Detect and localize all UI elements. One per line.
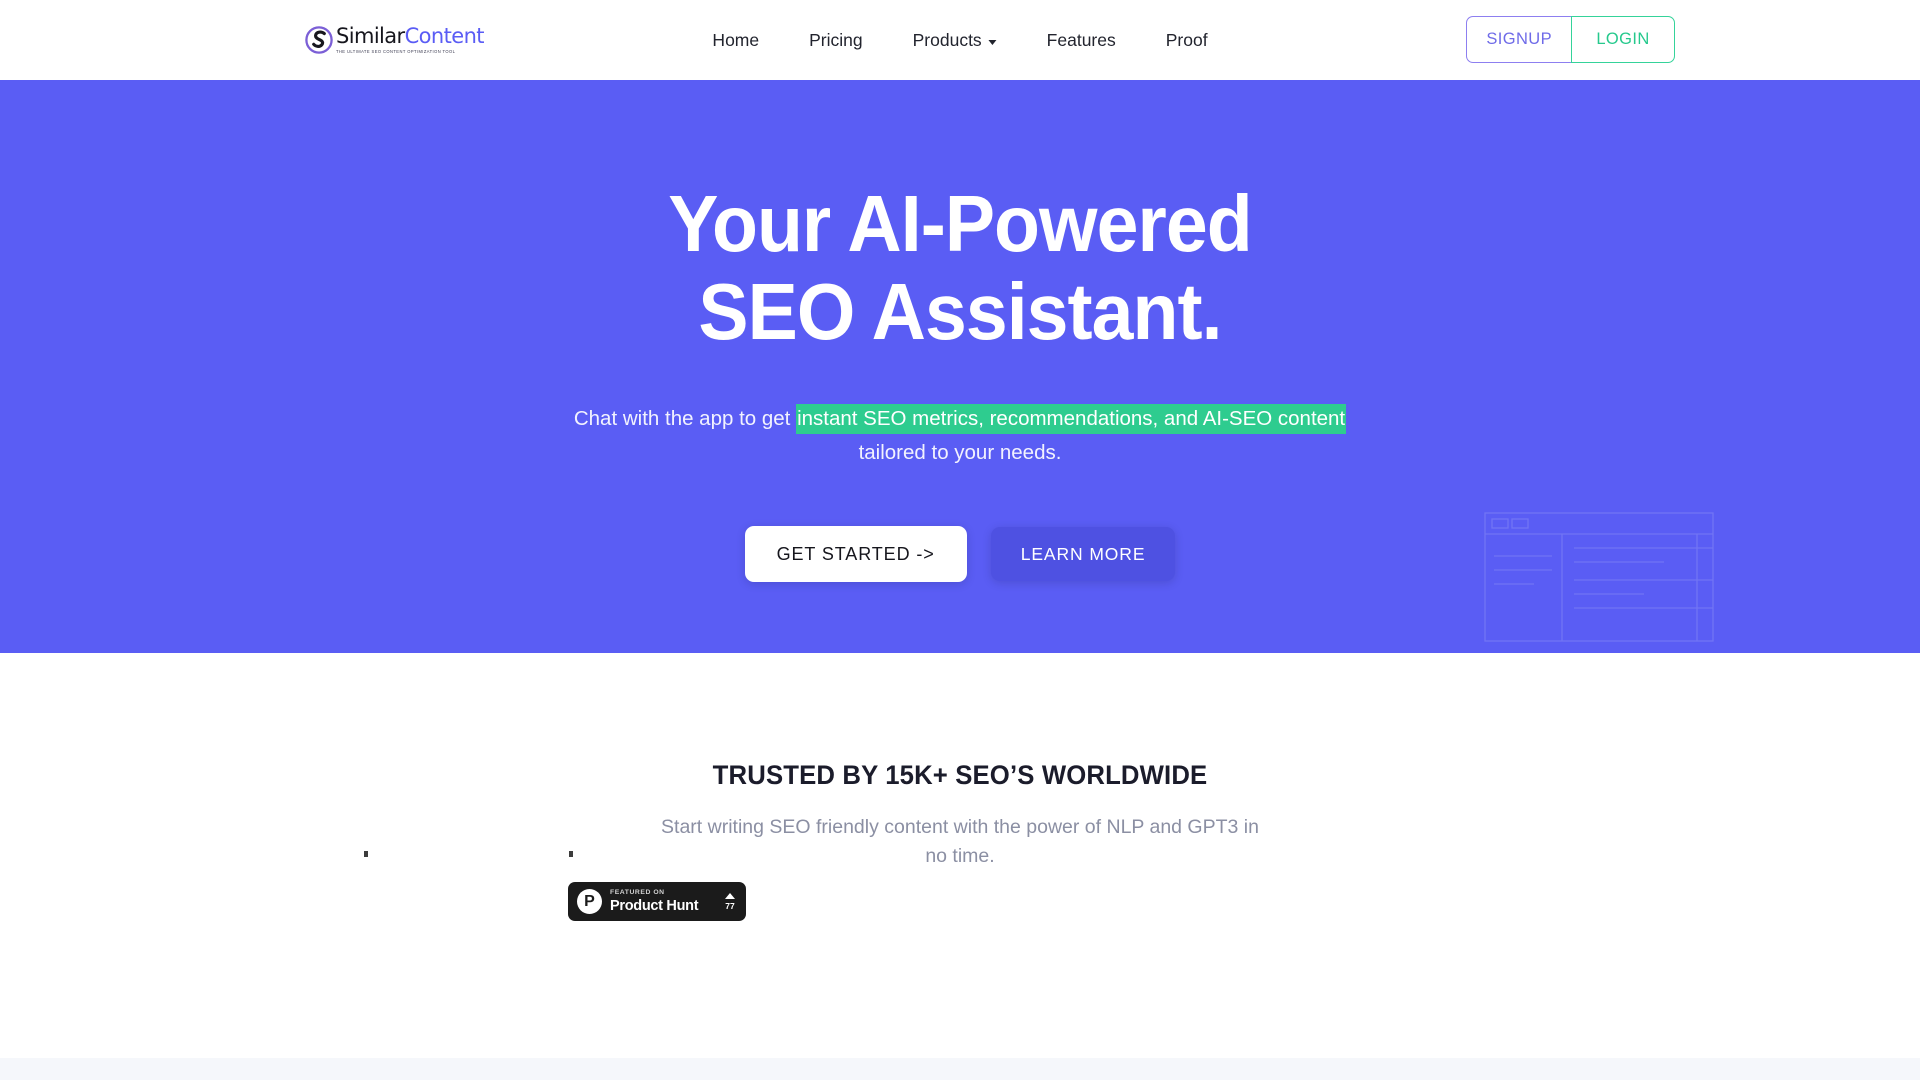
brand-name-secondary: Content xyxy=(404,24,485,49)
hero-subtitle: Chat with the app to get instant SEO met… xyxy=(560,402,1360,470)
primary-nav: Home Pricing Products Features Proof xyxy=(687,0,1232,80)
nav-item-pricing[interactable]: Pricing xyxy=(784,30,888,51)
hero-subtitle-highlight: instant SEO metrics, recommendations, an… xyxy=(796,404,1347,434)
broken-image-icon xyxy=(569,851,573,857)
similarcontent-logo-icon xyxy=(304,25,334,55)
trusted-by-section: TRUSTED BY 15K+ SEO’S WORLDWIDE Start wr… xyxy=(0,653,1920,1060)
brand-name-primary: Similar xyxy=(336,24,405,49)
auth-button-group: SIGNUP LOGIN xyxy=(1466,16,1675,63)
landing-page: SimilarContent THE ULTIMATE SEO CONTENT … xyxy=(0,0,1920,1080)
top-navbar: SimilarContent THE ULTIMATE SEO CONTENT … xyxy=(0,0,1920,80)
nav-item-proof[interactable]: Proof xyxy=(1141,30,1233,51)
hero-content: Your AI-Powered SEO Assistant. Chat with… xyxy=(0,80,1920,582)
learn-more-button[interactable]: LEARN MORE xyxy=(990,527,1176,581)
trusted-by-heading: TRUSTED BY 15K+ SEO’S WORLDWIDE xyxy=(712,760,1208,790)
product-hunt-featured-label: FEATURED ON xyxy=(610,888,665,896)
hero-title-line-2: Assistant. xyxy=(871,267,1223,356)
hero-cta-group: GET STARTED -> LEARN MORE xyxy=(0,526,1920,582)
nav-item-products-label: Products xyxy=(912,29,982,50)
nav-item-features[interactable]: Features xyxy=(1022,30,1141,51)
hero-section: Your AI-Powered SEO Assistant. Chat with… xyxy=(0,80,1920,653)
social-proof-logo-strip: P FEATURED ON Product Hunt 77 xyxy=(0,825,1920,945)
page-title: Your AI-Powered SEO Assistant. xyxy=(584,180,1336,356)
broken-image-icon xyxy=(364,851,368,857)
product-hunt-icon: P xyxy=(577,889,602,914)
nav-item-home[interactable]: Home xyxy=(687,30,784,51)
login-button[interactable]: LOGIN xyxy=(1571,16,1675,63)
get-started-button[interactable]: GET STARTED -> xyxy=(744,526,967,582)
hero-subtitle-prefix: Chat with the app to get xyxy=(573,407,797,430)
signup-button[interactable]: SIGNUP xyxy=(1466,16,1571,63)
product-hunt-name: Product Hunt xyxy=(610,897,699,914)
product-hunt-upvote[interactable]: 77 xyxy=(725,892,737,911)
hero-subtitle-suffix: tailored to your needs. xyxy=(858,441,1062,464)
product-hunt-upvote-count: 77 xyxy=(725,900,735,911)
nav-item-products[interactable]: Products xyxy=(888,30,1022,51)
brand-tagline: THE ULTIMATE SEO CONTENT OPTIMIZATION TO… xyxy=(336,48,456,54)
next-section-band xyxy=(0,1058,1920,1080)
product-hunt-text: FEATURED ON Product Hunt xyxy=(610,888,725,914)
product-hunt-badge[interactable]: P FEATURED ON Product Hunt 77 xyxy=(568,882,746,921)
brand-logo[interactable]: SimilarContent THE ULTIMATE SEO CONTENT … xyxy=(304,20,485,60)
upvote-arrow-icon xyxy=(725,892,735,899)
chevron-down-icon xyxy=(988,39,997,45)
brand-wordmark: SimilarContent THE ULTIMATE SEO CONTENT … xyxy=(336,24,485,54)
